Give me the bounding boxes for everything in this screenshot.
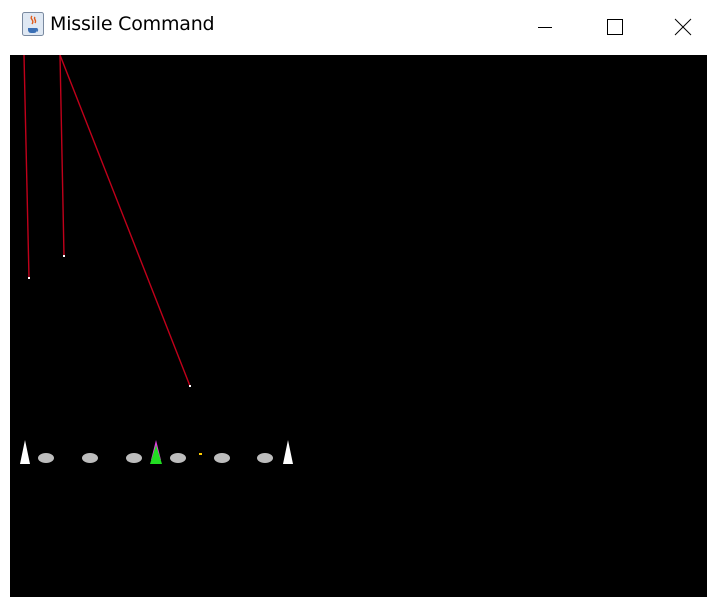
- city: [38, 453, 54, 463]
- city: [82, 453, 98, 463]
- close-icon: [674, 18, 692, 36]
- title-bar[interactable]: Missile Command: [0, 0, 707, 54]
- center-missile-base: [150, 445, 162, 464]
- close-button[interactable]: [660, 0, 706, 54]
- city: [257, 453, 273, 463]
- game-canvas[interactable]: [10, 55, 707, 597]
- city: [126, 453, 142, 463]
- ground-objects: [20, 440, 293, 464]
- game-scene[interactable]: [10, 55, 707, 597]
- left-missile-base: [20, 440, 30, 464]
- missile-trail: [59, 55, 65, 257]
- incoming-missiles: [23, 55, 191, 387]
- java-coffee-cup-icon: [22, 12, 44, 36]
- maximize-button[interactable]: [592, 0, 638, 54]
- maximize-icon: [607, 19, 623, 35]
- city: [214, 453, 230, 463]
- missile-trail: [59, 55, 191, 387]
- window-border: [0, 55, 10, 597]
- right-missile-base: [283, 440, 293, 464]
- missile-fragment: [199, 453, 202, 455]
- app-window: Missile Command: [0, 0, 707, 597]
- missile-trail: [23, 55, 30, 279]
- missile-warhead: [189, 385, 191, 387]
- missile-warhead: [63, 255, 65, 257]
- missile-warhead: [28, 277, 30, 279]
- city: [170, 453, 186, 463]
- minimize-button[interactable]: [522, 0, 568, 54]
- window-title: Missile Command: [50, 13, 215, 35]
- minimize-icon: [538, 27, 552, 28]
